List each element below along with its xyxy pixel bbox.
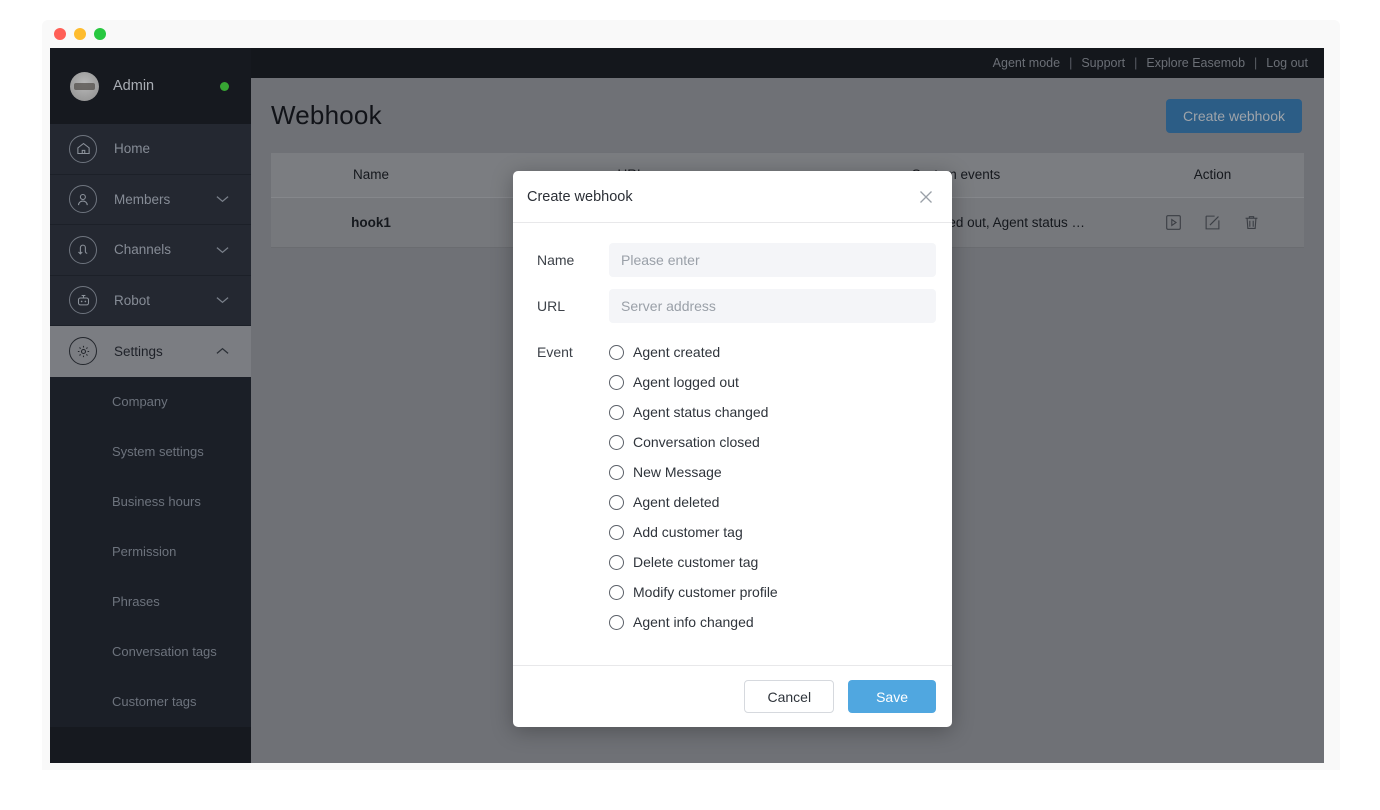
radio-agent-deleted[interactable]: Agent deleted (609, 487, 936, 517)
radio-label: New Message (633, 464, 722, 480)
window-maximize-button[interactable] (94, 28, 106, 40)
event-field-label: Event (537, 344, 573, 360)
radio-label: Agent info changed (633, 614, 754, 630)
window-titlebar (42, 20, 1340, 48)
radio-label: Agent deleted (633, 494, 720, 510)
radio-circle-icon (609, 494, 624, 510)
window-close-button[interactable] (54, 28, 66, 40)
radio-label: Add customer tag (633, 524, 743, 540)
radio-modify-customer-profile[interactable]: Modify customer profile (609, 577, 936, 607)
name-input[interactable] (609, 243, 936, 277)
dialog-body: Name URL Event (513, 223, 952, 665)
radio-label: Conversation closed (633, 434, 760, 450)
radio-agent-status-changed[interactable]: Agent status changed (609, 397, 936, 427)
radio-circle-icon (609, 434, 624, 450)
dialog-header: Create webhook (513, 171, 952, 223)
form-row-name: Name (527, 243, 936, 277)
radio-label: Delete customer tag (633, 554, 759, 570)
cancel-button[interactable]: Cancel (744, 680, 835, 713)
radio-new-message[interactable]: New Message (609, 457, 936, 487)
radio-label: Agent created (633, 344, 721, 360)
radio-circle-icon (609, 374, 624, 390)
form-row-url: URL (527, 289, 936, 323)
radio-circle-icon (609, 614, 624, 630)
browser-window: Admin Home Members Channels Robot Settin… (42, 20, 1340, 770)
radio-label: Modify customer profile (633, 584, 778, 600)
dialog-footer: Cancel Save (513, 665, 952, 727)
radio-circle-icon (609, 554, 624, 570)
form-row-event: Event Agent created Agent logged out Age… (527, 335, 936, 637)
radio-agent-created[interactable]: Agent created (609, 337, 936, 367)
radio-add-customer-tag[interactable]: Add customer tag (609, 517, 936, 547)
url-input[interactable] (609, 289, 936, 323)
radio-circle-icon (609, 464, 624, 480)
modal-overlay[interactable]: Create webhook Name URL (50, 48, 1324, 763)
window-minimize-button[interactable] (74, 28, 86, 40)
radio-circle-icon (609, 584, 624, 600)
radio-circle-icon (609, 524, 624, 540)
app-viewport: Admin Home Members Channels Robot Settin… (50, 48, 1324, 763)
radio-label: Agent logged out (633, 374, 739, 390)
radio-circle-icon (609, 344, 624, 360)
save-button[interactable]: Save (848, 680, 936, 713)
radio-agent-logged-out[interactable]: Agent logged out (609, 367, 936, 397)
dialog-title: Create webhook (527, 188, 633, 205)
radio-conversation-closed[interactable]: Conversation closed (609, 427, 936, 457)
url-field-label: URL (537, 298, 566, 314)
radio-circle-icon (609, 404, 624, 420)
close-icon[interactable] (918, 189, 934, 205)
radio-agent-info-changed[interactable]: Agent info changed (609, 607, 936, 637)
event-radio-group: Agent created Agent logged out Agent sta… (609, 335, 936, 637)
radio-label: Agent status changed (633, 404, 769, 420)
name-field-label: Name (537, 252, 575, 268)
radio-delete-customer-tag[interactable]: Delete customer tag (609, 547, 936, 577)
create-webhook-dialog: Create webhook Name URL (513, 171, 952, 727)
